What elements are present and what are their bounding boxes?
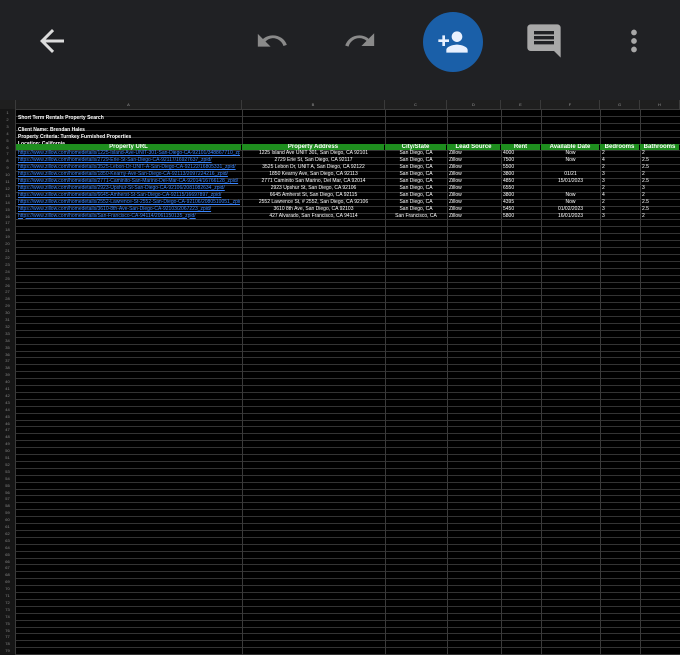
cell-rent[interactable]: 5800	[503, 213, 539, 220]
share-button[interactable]	[423, 12, 483, 72]
header-lead-source[interactable]: Lead Source	[447, 143, 500, 151]
arrow-left-icon	[40, 29, 64, 53]
cell-baths[interactable]: 2	[642, 213, 678, 220]
add-person-icon	[438, 31, 468, 53]
cell-date[interactable]: 16/01/2023	[543, 213, 598, 220]
column-header-d[interactable]: D	[447, 100, 501, 109]
header-available-date[interactable]: Available Date	[541, 143, 599, 151]
more-options-button[interactable]	[610, 18, 658, 64]
comment-button[interactable]	[518, 16, 570, 66]
redo-icon	[345, 33, 375, 47]
app-toolbar	[0, 0, 680, 100]
cell-date[interactable]: Now	[543, 157, 598, 164]
header-property-url[interactable]: Property URL	[16, 143, 241, 151]
column-header-c[interactable]: C	[385, 100, 447, 109]
undo-button[interactable]	[248, 18, 296, 64]
more-vert-icon	[631, 29, 637, 53]
column-header-bar: ABCDEFGH	[0, 100, 680, 110]
cell-date[interactable]: 15/01/2023	[543, 178, 598, 185]
column-header-h[interactable]: H	[640, 100, 680, 109]
column-header-f[interactable]: F	[541, 100, 600, 109]
cell-beds[interactable]: 3	[602, 213, 638, 220]
cell-address[interactable]: 427 Alvarado, San Francisco, CA 94114	[244, 213, 383, 220]
cell-url[interactable]: https://www.zillow.com/homedetails/San-F…	[18, 213, 240, 220]
header-city-state[interactable]: City/State	[385, 143, 446, 151]
column-header-e[interactable]: E	[501, 100, 541, 109]
spreadsheet-grid[interactable]: ABCDEFGH 1 2 3 4 5 6 7 8 9 10 11 12 13 14 15 16 17 18 19 20…	[0, 100, 680, 655]
property-criteria[interactable]: Property Criteria: Turnkey Furnished Pro…	[18, 134, 131, 141]
back-button[interactable]	[28, 18, 76, 64]
undo-icon	[257, 33, 287, 47]
redo-button[interactable]	[336, 18, 384, 64]
header-bathrooms[interactable]: Bathrooms	[640, 143, 679, 151]
cell-source[interactable]: Zillow	[449, 213, 499, 220]
row-header-bar: 1 2 3 4 5 6 7 8 9 10 11 12 13 14 15 16 17 18 19 20 21 22 23 24 2…	[0, 109, 16, 655]
column-header-g[interactable]: G	[600, 100, 640, 109]
comment-icon	[527, 24, 561, 58]
header-property-address[interactable]: Property Address	[242, 143, 384, 151]
column-header-b[interactable]: B	[242, 100, 385, 109]
select-all-corner[interactable]	[0, 100, 16, 109]
sheet-title[interactable]: Short Term Rentals Property Search	[18, 115, 104, 122]
column-header-a[interactable]: A	[16, 100, 242, 109]
header-bedrooms[interactable]: Bedrooms	[600, 143, 639, 151]
cell-city[interactable]: San Francisco, CA	[387, 213, 445, 220]
client-name[interactable]: Client Name: Brendan Hales	[18, 127, 85, 134]
header-rent[interactable]: Rent	[501, 143, 540, 151]
